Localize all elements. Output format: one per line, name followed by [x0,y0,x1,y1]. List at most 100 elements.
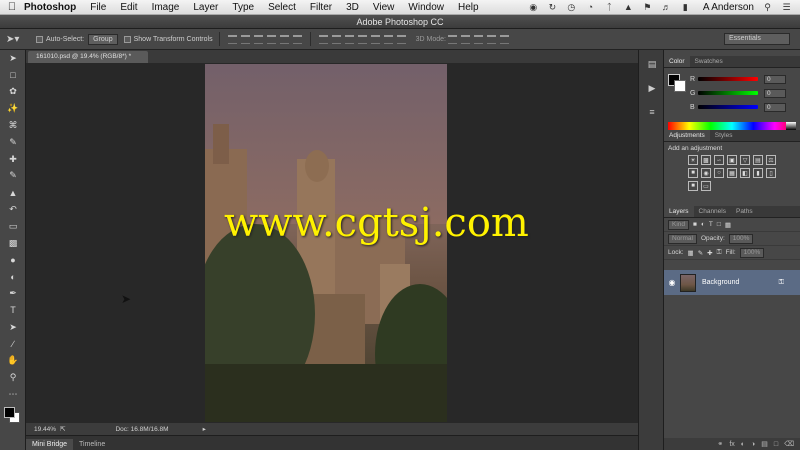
blur-tool-icon[interactable]: ● [0,252,26,269]
exposure-icon[interactable]: ▣ [727,155,737,165]
tab-layers[interactable]: Layers [664,206,694,217]
type-tool-icon[interactable]: T [0,302,26,319]
dodge-tool-icon[interactable]: ◐ [0,268,26,285]
menu-type[interactable]: Type [232,2,254,13]
photo-filter-icon[interactable]: ◉ [701,168,711,178]
status-menu-arrow-icon[interactable]: ▸ [203,425,206,433]
auto-select-dropdown[interactable]: Group [88,33,118,45]
more-tools-icon[interactable]: ⋯ [0,386,26,403]
quick-select-tool-icon[interactable]: ✨ [0,100,26,117]
distribute-bottom-icon[interactable] [344,34,354,44]
move-tool-icon[interactable]: ➤ [0,50,26,67]
marquee-tool-icon[interactable]: □ [0,67,26,84]
slider-red[interactable]: R 0 [690,74,798,84]
lock-paint-icon[interactable]: ✎ [698,249,703,257]
eraser-tool-icon[interactable]: ▭ [0,218,26,235]
bluetooth-icon[interactable]: ᛏ [604,2,615,13]
tab-timeline[interactable]: Timeline [73,439,111,450]
hue-saturation-icon[interactable]: ▤ [753,155,763,165]
levels-icon[interactable]: ▩ [701,155,711,165]
layer-style-icon[interactable]: fx [729,441,734,448]
lasso-tool-icon[interactable]: ✿ [0,84,26,101]
posterize-icon[interactable]: ▮ [753,168,763,178]
stamp-tool-icon[interactable]: ▲ [0,184,26,201]
zoom-tool-icon[interactable]: ⚲ [0,369,26,386]
filter-adjustment-icon[interactable]: ◐ [701,221,705,228]
line-tool-icon[interactable]: ∕ [0,336,26,353]
menu-help[interactable]: Help [458,2,479,13]
fill-field[interactable]: 100% [739,247,765,258]
auto-align-icon[interactable] [396,34,406,44]
color-lookup-icon[interactable]: ▦ [727,168,737,178]
properties-panel-icon[interactable]: ≡ [639,102,665,122]
apple-icon[interactable]:  [0,1,24,13]
delete-layer-icon[interactable]: ⌫ [784,440,794,448]
tab-channels[interactable]: Channels [694,206,731,217]
hand-tool-icon[interactable]: ✋ [0,352,26,369]
path-select-tool-icon[interactable]: ➤ [0,319,26,336]
distribute-top-icon[interactable] [318,34,328,44]
color-balance-icon[interactable]: ⚖ [766,155,776,165]
new-adjustment-icon[interactable]: ◑ [751,441,755,448]
curves-icon[interactable]: ∽ [714,155,724,165]
color-panel-background[interactable] [674,80,686,92]
show-transform-checkbox[interactable] [123,35,131,43]
sync-icon[interactable]: ↻ [547,2,558,13]
tab-color[interactable]: Color [664,56,690,67]
tab-swatches[interactable]: Swatches [690,56,728,67]
green-value-field[interactable]: 0 [764,88,786,98]
blue-slider-bar[interactable] [698,105,758,109]
threshold-icon[interactable]: ▯ [766,168,776,178]
healing-tool-icon[interactable]: ✚ [0,151,26,168]
blue-value-field[interactable]: 0 [764,102,786,112]
tab-styles[interactable]: Styles [710,130,738,141]
brightness-contrast-icon[interactable]: ☀ [688,155,698,165]
menu-app-name[interactable]: Photoshop [24,2,76,13]
3d-drag-icon[interactable] [473,34,483,44]
gradient-tool-icon[interactable]: ▩ [0,235,26,252]
brush-tool-icon[interactable]: ✎ [0,168,26,185]
new-layer-icon[interactable]: □ [774,441,778,448]
tab-adjustments[interactable]: Adjustments [664,130,710,141]
menu-file[interactable]: File [90,2,106,13]
foreground-color-swatch[interactable] [4,407,15,418]
lock-pixels-icon[interactable]: ▦ [688,249,694,257]
zoom-level[interactable]: 19.44% [34,426,60,433]
lock-position-icon[interactable]: ✚ [707,249,712,257]
red-slider-bar[interactable] [698,77,758,81]
export-icon[interactable]: ⇱ [60,425,65,433]
slider-blue[interactable]: B 0 [690,102,798,112]
document-tab[interactable]: 161010.psd @ 19.4% (RGB/8*) * [28,51,148,63]
color-spectrum-ramp[interactable] [668,122,796,130]
distribute-right-icon[interactable] [383,34,393,44]
vibrance-icon[interactable]: ▽ [740,155,750,165]
red-value-field[interactable]: 0 [764,74,786,84]
gradient-map-icon[interactable]: ▭ [701,181,711,191]
tab-mini-bridge[interactable]: Mini Bridge [26,439,74,450]
add-mask-icon[interactable]: ◐ [741,441,745,448]
black-white-icon[interactable]: ■ [688,168,698,178]
3d-slide-icon[interactable] [486,34,496,44]
menu-select[interactable]: Select [268,2,296,13]
link-layers-icon[interactable]: ⚭ [717,440,723,448]
spotlight-icon[interactable]: ⚲ [762,2,773,13]
layer-name[interactable]: Background [702,279,739,286]
crop-tool-icon[interactable]: ⌘ [0,117,26,134]
3d-scale-icon[interactable] [499,34,509,44]
3d-roll-icon[interactable] [460,34,470,44]
align-bottom-icon[interactable] [253,34,263,44]
align-vcenter-icon[interactable] [240,34,250,44]
menu-window[interactable]: Window [408,2,444,13]
workspace-switcher[interactable]: Essentials [724,33,790,45]
history-brush-tool-icon[interactable]: ↶ [0,201,26,218]
auto-select-checkbox[interactable] [36,35,43,43]
move-tool-preset-icon[interactable]: ➤▾ [6,34,30,45]
lock-all-icon[interactable]: ⚿ [717,249,722,257]
distribute-hcenter-icon[interactable] [370,34,380,44]
flag-icon[interactable]: ⚑ [642,2,653,13]
menu-edit[interactable]: Edit [120,2,137,13]
filter-pixel-icon[interactable]: ■ [693,221,697,228]
actions-panel-icon[interactable]: ▶ [639,78,665,98]
3d-rotate-icon[interactable] [447,34,457,44]
menu-filter[interactable]: Filter [310,2,332,13]
